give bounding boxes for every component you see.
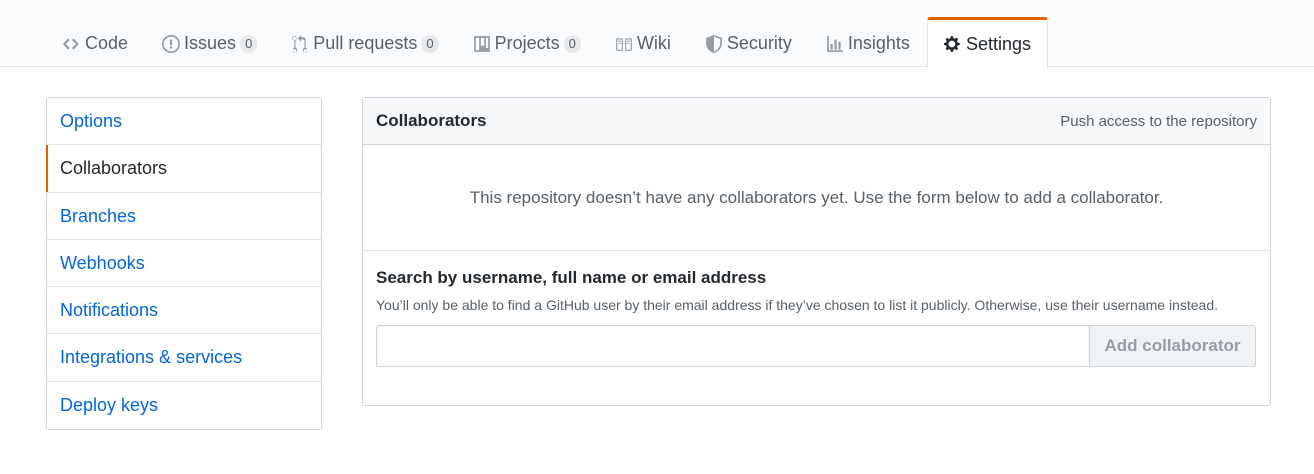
menu-item-notifications[interactable]: Notifications xyxy=(47,287,321,335)
tab-settings[interactable]: Settings xyxy=(926,17,1048,68)
tab-security[interactable]: Security xyxy=(688,17,809,67)
menu-item-branches[interactable]: Branches xyxy=(47,193,321,240)
tab-label: Insights xyxy=(847,33,910,53)
tab-pull-requests[interactable]: Pull requests 0 xyxy=(274,17,455,67)
menu-item-deploy-keys[interactable]: Deploy keys xyxy=(47,382,321,429)
menu-item-collaborators[interactable]: Collaborators xyxy=(46,145,321,193)
tab-label: Code xyxy=(85,33,129,53)
tab-label: Wiki xyxy=(636,33,671,53)
tab-code[interactable]: Code xyxy=(46,17,145,67)
repo-nav: Code Issues 0 Pull requests 0 Projects 0 xyxy=(46,17,1048,68)
tab-label: Settings xyxy=(965,33,1031,54)
menu-item-integrations-services[interactable]: Integrations & services xyxy=(47,334,321,382)
project-icon xyxy=(473,35,491,53)
repo-nav-bar: Code Issues 0 Pull requests 0 Projects 0 xyxy=(0,0,1314,68)
menu-item-options[interactable]: Options xyxy=(47,98,321,146)
gear-icon xyxy=(943,35,962,53)
code-icon xyxy=(63,35,81,53)
search-row: Add collaborator xyxy=(376,325,1256,367)
collaborators-box: Collaborators Push access to the reposit… xyxy=(362,97,1271,406)
collaborators-header: Collaborators Push access to the reposit… xyxy=(363,98,1270,145)
graph-icon xyxy=(826,35,844,53)
add-collaborator-button[interactable]: Add collaborator xyxy=(1089,325,1256,367)
settings-menu: Options Collaborators Branches Webhooks … xyxy=(46,97,322,431)
empty-collaborators-message: This repository doesn’t have any collabo… xyxy=(363,145,1270,251)
collaborators-title: Collaborators xyxy=(376,111,487,130)
collaborator-search-section: Search by username, full name or email a… xyxy=(363,251,1270,367)
tab-insights[interactable]: Insights xyxy=(809,17,927,67)
tab-label: Projects xyxy=(494,33,560,53)
tab-wiki[interactable]: Wiki xyxy=(598,17,688,67)
shield-icon xyxy=(705,34,723,53)
menu-item-webhooks[interactable]: Webhooks xyxy=(47,240,321,288)
tab-label: Security xyxy=(726,33,792,53)
collaborator-search-input[interactable] xyxy=(376,325,1089,367)
tab-issues[interactable]: Issues 0 xyxy=(145,17,274,67)
book-icon xyxy=(615,35,633,53)
search-label: Search by username, full name or email a… xyxy=(376,268,767,287)
issues-counter: 0 xyxy=(240,34,258,53)
tab-label: Issues xyxy=(184,33,237,53)
push-access-note: Push access to the repository xyxy=(1060,112,1257,130)
search-note: You’ll only be able to find a GitHub use… xyxy=(376,297,1218,313)
issue-opened-icon xyxy=(162,34,181,53)
git-pull-request-icon xyxy=(291,34,309,53)
tab-label: Pull requests xyxy=(313,33,418,53)
tab-projects[interactable]: Projects 0 xyxy=(456,17,598,67)
pull-requests-counter: 0 xyxy=(421,34,439,53)
projects-counter: 0 xyxy=(563,34,581,53)
